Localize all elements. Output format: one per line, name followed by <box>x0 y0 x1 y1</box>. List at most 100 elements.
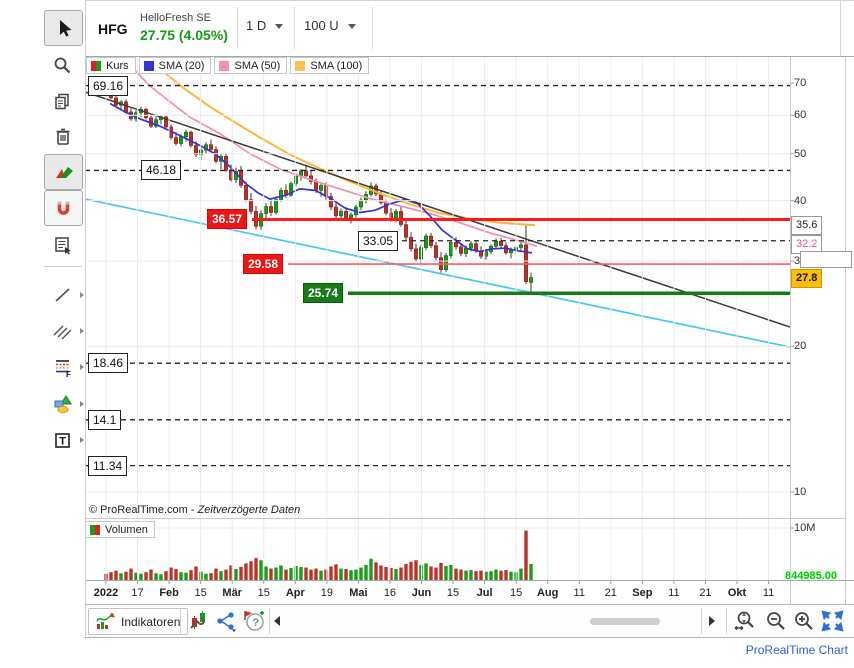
header-separator <box>294 7 295 49</box>
copyright-text: © ProRealTime.com - <box>89 504 198 516</box>
line-tool-button[interactable] <box>44 278 81 312</box>
sma100-color-icon <box>295 60 306 71</box>
scroll-left-button[interactable] <box>274 616 280 626</box>
instrument-name: HelloFresh SE <box>140 12 211 24</box>
copy-icon <box>55 93 69 109</box>
left-toolbar: F T <box>0 0 86 636</box>
share-icon <box>217 612 236 632</box>
legend-sma100-label: SMA (100) <box>310 59 363 72</box>
legend-sma100[interactable]: SMA (100) <box>290 57 370 74</box>
magnet-icon <box>57 201 70 215</box>
legend-volumen-label: Volumen <box>105 523 148 536</box>
volume-legend: Volumen <box>85 521 155 538</box>
toolbar-separator <box>726 608 727 634</box>
last-price-change: 27.75 (4.05%) <box>140 27 228 43</box>
cursor-tool-button[interactable] <box>44 10 83 46</box>
svg-text:T: T <box>59 435 66 447</box>
units-dropdown[interactable]: 100 U <box>304 18 356 33</box>
legend-sma50[interactable]: SMA (50) <box>214 57 288 74</box>
text-icon: T <box>55 432 70 448</box>
symbol-ticker: HFG <box>98 21 128 37</box>
shapes-icon <box>54 395 72 414</box>
wrench-candles-icon <box>190 611 205 629</box>
units-value: 100 U <box>304 18 339 33</box>
header-separator <box>237 7 238 49</box>
parallel-lines-tool-button[interactable] <box>44 314 81 348</box>
legend-sma20[interactable]: SMA (20) <box>138 57 212 74</box>
zoom-out-icon <box>767 612 785 630</box>
zoom-in-button[interactable] <box>793 610 815 637</box>
scroll-right-button[interactable] <box>709 616 715 626</box>
chevron-down-icon <box>347 24 356 30</box>
text-tool-caret[interactable] <box>80 437 84 443</box>
fibonacci-icon: F <box>55 360 71 377</box>
prorealtime-chart-app: F T HFG HelloFresh SE 27.75 (4.05%) 1 D <box>0 0 854 668</box>
timeframe-dropdown[interactable]: 1 D <box>246 18 284 33</box>
zoom-out-button[interactable] <box>765 610 787 637</box>
shapes-tool-caret[interactable] <box>80 401 84 407</box>
expand-icon <box>821 610 844 632</box>
order-tool-button[interactable] <box>44 228 81 262</box>
zoom-tool-button[interactable] <box>44 48 81 82</box>
left-arrow-icon <box>274 616 280 626</box>
indicators-icon <box>96 613 115 629</box>
right-arrow-icon <box>709 616 715 626</box>
legend-sma50-label: SMA (50) <box>234 59 281 72</box>
timeframe-value: 1 D <box>246 18 267 33</box>
time-scrollbar-thumb[interactable] <box>590 618 660 625</box>
legend-sma20-label: SMA (20) <box>158 59 205 72</box>
svg-text:?: ? <box>252 617 259 629</box>
line-tool-caret[interactable] <box>80 292 84 298</box>
zoom-in-icon <box>795 612 813 630</box>
sma50-color-icon <box>219 60 230 71</box>
bottom-toolbar: Indikatoren ? <box>85 604 854 638</box>
parallel-lines-icon <box>52 325 72 340</box>
magnet-tool-button[interactable] <box>44 190 83 226</box>
parallel-tool-caret[interactable] <box>80 328 84 334</box>
fibonacci-tool-button[interactable]: F <box>44 350 81 384</box>
text-tool-button[interactable]: T <box>44 423 81 457</box>
legend-volumen[interactable]: Volumen <box>85 521 155 538</box>
header-edge <box>840 1 841 56</box>
time-scrollbar[interactable] <box>285 618 780 626</box>
volume-pane[interactable] <box>104 530 533 580</box>
toolbar-separator <box>269 608 270 634</box>
toolbar-separator <box>701 608 702 634</box>
copy-tool-button[interactable] <box>44 84 81 118</box>
prorealtime-chart-link[interactable]: ProRealTime Chart <box>746 643 848 657</box>
fibonacci-tool-caret[interactable] <box>80 364 84 370</box>
backtest-button[interactable] <box>188 610 210 637</box>
toolbar-separator <box>180 608 181 634</box>
magnifier-icon <box>54 57 71 73</box>
help-icon: ? <box>244 611 264 631</box>
delete-tool-button[interactable] <box>44 119 81 153</box>
copyright-note: © ProRealTime.com - Zeitverzögerte Daten <box>89 504 300 516</box>
trash-icon <box>56 128 69 145</box>
header-separator <box>372 7 373 49</box>
toolbar-separator <box>44 266 82 267</box>
delayed-data-note: Zeitverzögerte Daten <box>197 504 301 516</box>
legend-kurs[interactable]: Kurs <box>86 57 136 74</box>
prt-logo-button[interactable] <box>44 154 83 190</box>
shapes-tool-button[interactable] <box>44 387 81 421</box>
right-gutter-divider <box>845 55 846 604</box>
chart-canvas[interactable] <box>0 0 854 668</box>
volume-legend-icon <box>90 524 100 535</box>
chart-header: HFG HelloFresh SE 27.75 (4.05%) 1 D 100 … <box>85 0 854 57</box>
share-button[interactable] <box>215 610 237 637</box>
price-pane[interactable] <box>85 67 790 348</box>
volume-pane-divider <box>85 518 845 519</box>
indicators-button[interactable]: Indikatoren <box>88 608 189 635</box>
sma20-color-icon <box>143 60 154 71</box>
zoom-vertical-icon <box>734 611 754 631</box>
order-list-icon <box>54 237 71 255</box>
indicators-label: Indikatoren <box>121 614 181 629</box>
zoom-custom-button[interactable] <box>733 610 757 637</box>
chevron-down-icon <box>275 24 284 30</box>
help-button[interactable]: ? <box>243 610 266 637</box>
cursor-icon <box>59 20 71 37</box>
prt-logo-icon <box>55 167 73 178</box>
svg-text:F: F <box>66 370 71 377</box>
price-legend: Kurs SMA (20) SMA (50) SMA (100) <box>86 57 370 74</box>
fullscreen-button[interactable] <box>821 610 844 637</box>
